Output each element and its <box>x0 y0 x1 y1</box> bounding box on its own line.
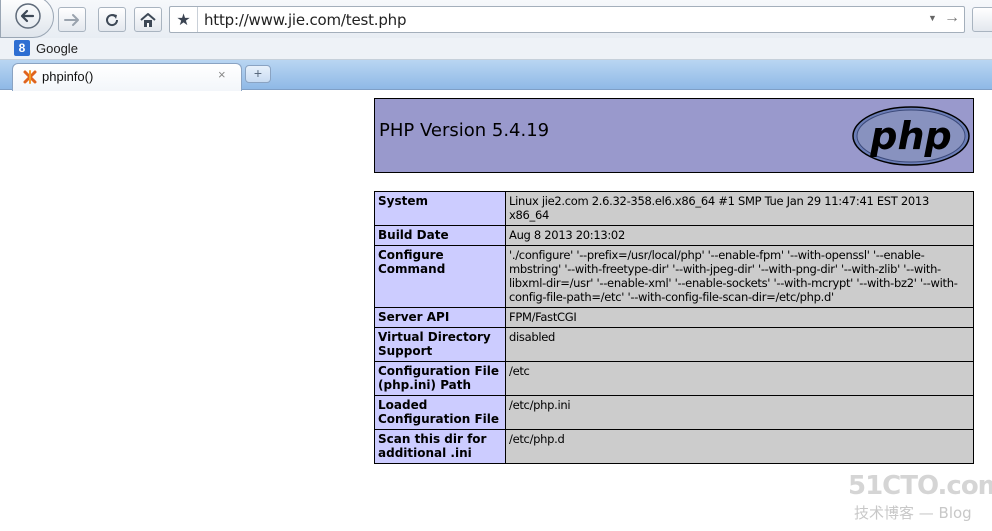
forward-arrow-icon <box>64 13 79 26</box>
home-button[interactable] <box>134 7 162 32</box>
close-tab-icon[interactable]: × <box>218 67 226 82</box>
row-key: Configure Command <box>374 245 506 308</box>
table-row: Virtual Directory Support disabled <box>374 327 974 362</box>
bookmarks-bar: 8 Google <box>0 38 992 60</box>
home-icon <box>140 12 156 27</box>
table-row: Loaded Configuration File/etc/php.ini <box>374 395 974 430</box>
row-key: Virtual Directory Support <box>374 327 506 362</box>
tab-phpinfo[interactable]: phpinfo() × <box>12 63 242 91</box>
go-arrow-icon[interactable]: → <box>944 9 960 27</box>
table-row: System Linux jie2.com 2.6.32-358.el6.x86_… <box>374 191 974 226</box>
watermark-main: 51CTO.com <box>848 471 992 501</box>
row-key: Loaded Configuration File <box>374 395 506 430</box>
google-icon: 8 <box>14 40 30 56</box>
row-key: Build Date <box>374 225 506 246</box>
table-row: Server API FPM/FastCGI <box>374 307 974 328</box>
php-version-title: PHP Version 5.4.19 <box>379 120 550 141</box>
row-value: Linux jie2.com 2.6.32-358.el6.x86_64 #1 … <box>505 191 974 226</box>
php-info-table: System Linux jie2.com 2.6.32-358.el6.x86_… <box>374 191 974 464</box>
row-value: /etc <box>505 361 974 396</box>
php-version-header: PHP Version 5.4.19 php <box>374 98 974 173</box>
bookmark-google[interactable]: 8 Google <box>14 40 78 56</box>
table-row: Configuration File (php.ini) Path/etc <box>374 361 974 396</box>
table-row: Build Date Aug 8 2013 20:13:02 <box>374 225 974 246</box>
url-text[interactable]: http://www.jie.com/test.php <box>204 11 406 29</box>
watermark: 51CTO.com 技术博客 — Blog <box>828 471 992 531</box>
php-logo-text: php <box>869 114 951 158</box>
row-value: /etc/php.ini <box>505 395 974 430</box>
tab-strip: phpinfo() × + <box>0 60 992 91</box>
tab-title: phpinfo() <box>42 69 94 84</box>
row-value: FPM/FastCGI <box>505 307 974 328</box>
row-value: disabled <box>505 327 974 362</box>
toolbar-extra-button[interactable] <box>972 7 992 32</box>
bookmark-label: Google <box>36 40 78 56</box>
row-key: Server API <box>374 307 506 328</box>
row-value: Aug 8 2013 20:13:02 <box>505 225 974 246</box>
bookmark-star-icon[interactable]: ★ <box>170 7 198 32</box>
row-key: Configuration File (php.ini) Path <box>374 361 506 396</box>
watermark-sub: 技术博客 — Blog <box>854 504 972 522</box>
reload-button[interactable] <box>98 7 126 32</box>
row-value: './configure' '--prefix=/usr/local/php' … <box>505 245 974 308</box>
forward-button[interactable] <box>58 7 86 32</box>
row-key: System <box>374 191 506 226</box>
back-arrow-icon <box>15 3 41 29</box>
url-dropdown-icon[interactable]: ▼ <box>928 13 937 23</box>
table-row: Configure Command './configure' '--prefix… <box>374 245 974 308</box>
address-bar[interactable]: ★ http://www.jie.com/test.php ▼ → <box>169 6 965 33</box>
page-content: PHP Version 5.4.19 php System Linux jie2.… <box>0 91 992 522</box>
new-tab-button[interactable]: + <box>245 65 271 83</box>
reload-icon <box>106 13 119 26</box>
xampp-icon <box>23 70 37 84</box>
navigation-toolbar: ★ http://www.jie.com/test.php ▼ → <box>0 0 992 38</box>
back-button[interactable] <box>0 0 54 38</box>
php-logo: php <box>852 106 970 166</box>
